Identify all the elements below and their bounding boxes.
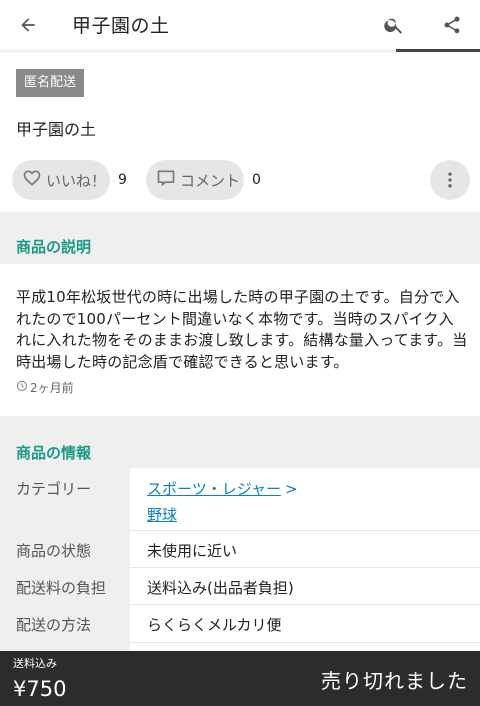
posted-time: 2ヶ月前 [16, 379, 74, 396]
comment-button[interactable]: コメント [146, 160, 244, 200]
purchase-bar: 送料込み ¥750 売り切れました [0, 651, 480, 706]
page-title: 甲子園の土 [72, 15, 170, 37]
scroll-indicator [396, 49, 480, 52]
app-bar: 甲子園の土 [0, 0, 480, 52]
search-icon[interactable] [380, 11, 408, 39]
category-value-sub: 野球 [147, 504, 177, 525]
condition-label: 商品の状態 [16, 542, 92, 560]
shipping-method-label: 配送の方法 [16, 616, 92, 634]
shipping-method-value: らくらくメルカリ便 [147, 616, 282, 634]
category-label: カテゴリー [16, 480, 92, 498]
info-table: カテゴリー スポーツ・レジャー > 野球 商品の状態 未使用に近い 配送料の負担 … [0, 468, 480, 654]
category-link-sports[interactable]: スポーツ・レジャー [147, 480, 281, 498]
category-link-baseball[interactable]: 野球 [147, 506, 177, 524]
item-description: 平成10年松坂世代の時に出場した時の甲子園の土です。自分で入れたので100パーセ… [16, 288, 468, 371]
shipping-fee-value: 送料込み(出品者負担) [147, 579, 294, 597]
shipping-fee-label: 配送料の負担 [16, 579, 107, 597]
share-icon[interactable] [438, 11, 466, 39]
price: ¥750 [13, 677, 67, 701]
like-button[interactable]: いいね！ [12, 160, 110, 200]
like-count: 9 [118, 172, 127, 188]
more-vertical-icon[interactable] [430, 160, 470, 200]
shipping-included-label: 送料込み [13, 657, 57, 670]
comment-icon [156, 168, 176, 192]
category-chevron: > [284, 480, 298, 498]
divider [130, 567, 480, 568]
description-heading: 商品の説明 [16, 238, 92, 256]
like-label: いいね！ [46, 171, 107, 190]
heart-icon [22, 168, 42, 192]
posted-time-text: 2ヶ月前 [30, 381, 74, 395]
description-section-header: 商品の説明 [0, 212, 480, 264]
item-name: 甲子園の土 [16, 120, 97, 139]
info-heading: 商品の情報 [16, 444, 92, 462]
comment-count: 0 [252, 172, 261, 188]
anonymous-shipping-badge: 匿名配送 [16, 69, 85, 97]
arrow-left-icon[interactable] [14, 11, 42, 39]
category-value: スポーツ・レジャー > [147, 478, 298, 499]
divider [130, 530, 480, 531]
clock-icon [16, 380, 30, 395]
comment-label: コメント [180, 171, 241, 190]
sold-out-status: 売り切れました [321, 669, 468, 693]
divider [130, 642, 480, 643]
divider [130, 604, 480, 605]
condition-value: 未使用に近い [147, 542, 238, 560]
info-section-header: 商品の情報 [0, 416, 480, 468]
